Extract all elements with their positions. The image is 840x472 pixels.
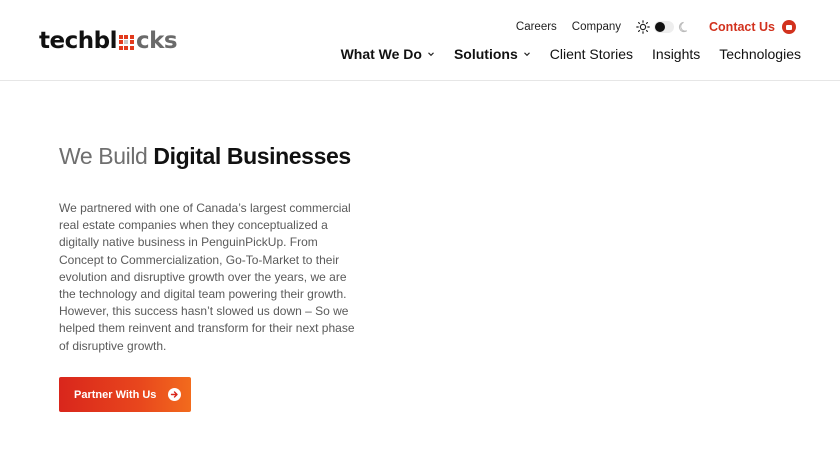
nav-technologies[interactable]: Technologies [719,46,801,62]
nav-insights[interactable]: Insights [652,46,700,62]
nav-solutions-label: Solutions [453,46,518,62]
site-header: techbl cks Careers Company Contact Us Wh… [0,0,840,81]
contact-badge-icon[interactable] [782,20,796,34]
company-link[interactable]: Company [572,21,621,33]
hero-title: We Build Digital Businesses [59,141,351,171]
main-nav: What We Do Solutions Client Stories Insi… [322,45,801,63]
chevron-down-icon [523,52,530,57]
nav-client-stories[interactable]: Client Stories [550,46,633,62]
theme-toggle[interactable] [636,20,691,34]
moon-icon [678,21,688,32]
nav-solutions[interactable]: Solutions [454,46,531,62]
logo-text-part2: cks [135,28,178,54]
nav-what-we-do[interactable]: What We Do [341,46,435,62]
nav-insights-label: Insights [652,46,701,62]
logo-grid-icon [118,34,134,50]
cta-label: Partner With Us [74,388,157,401]
hero-description: We partnered with one of Canada’s larges… [59,200,364,355]
hero-title-bold: Digital Businesses [153,143,351,169]
nav-what-we-do-label: What We Do [340,46,422,62]
contact-us-link[interactable]: Contact Us [709,20,775,34]
logo-text-part1: techbl [39,28,117,54]
partner-with-us-button[interactable]: Partner With Us [59,377,191,412]
arrow-right-circle-icon [168,388,182,401]
techblocks-logo[interactable]: techbl cks [39,28,178,54]
hero-title-light: We Build [59,143,148,169]
hero-body-text: We partnered with one of Canada’s larges… [59,201,355,353]
chevron-down-icon [428,52,434,57]
sun-icon [636,20,650,34]
nav-technologies-label: Technologies [719,46,801,62]
theme-toggle-switch[interactable] [654,21,675,33]
careers-link[interactable]: Careers [516,21,557,33]
nav-client-stories-label: Client Stories [549,46,634,62]
utility-nav: Careers Company Contact Us [516,19,796,35]
